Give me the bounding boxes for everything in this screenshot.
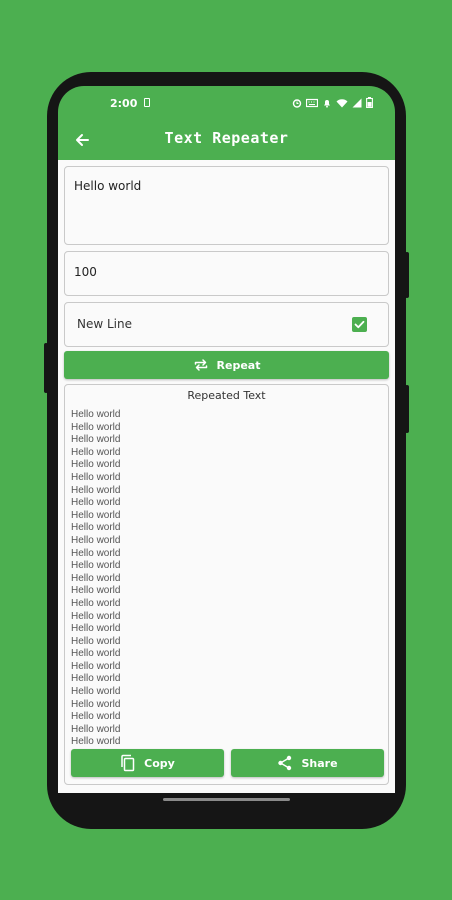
- wifi-icon: [336, 98, 348, 107]
- share-button[interactable]: Share: [231, 749, 384, 777]
- repeat-count-input[interactable]: 100: [64, 251, 389, 296]
- status-icons: [292, 97, 373, 108]
- copy-button-label: Copy: [144, 756, 175, 770]
- main-content: Hello world 100 New Line Repeat Repeated…: [58, 160, 395, 793]
- result-panel: Repeated Text Hello world Hello world He…: [64, 384, 389, 785]
- phone-screen: 2:00 Text Repeater Hello world 100 New L…: [58, 86, 395, 793]
- new-line-option[interactable]: New Line: [64, 302, 389, 347]
- repeat-icon: [194, 359, 207, 371]
- new-line-checkbox[interactable]: [352, 317, 367, 332]
- keyboard-icon: [306, 98, 318, 107]
- side-button-left: [44, 343, 48, 393]
- share-button-label: Share: [301, 756, 338, 770]
- status-bar: 2:00: [58, 86, 395, 120]
- repeated-text-output[interactable]: Hello world Hello world Hello world Hell…: [71, 409, 371, 745]
- copy-button[interactable]: Copy: [71, 749, 224, 777]
- battery-icon: [366, 97, 373, 108]
- sim-card-icon: [144, 98, 150, 107]
- notifications-off-icon: [324, 99, 330, 108]
- app-bar: Text Repeater: [58, 120, 395, 160]
- copy-icon: [121, 754, 135, 772]
- power-button: [405, 252, 409, 298]
- new-line-label: New Line: [77, 317, 132, 331]
- result-title: Repeated Text: [187, 389, 266, 402]
- repeat-button-label: Repeat: [216, 358, 261, 372]
- share-icon: [278, 755, 292, 771]
- volume-button: [405, 385, 409, 433]
- home-indicator[interactable]: [163, 798, 290, 801]
- status-time: 2:00: [110, 97, 138, 110]
- app-title: Text Repeater: [164, 129, 289, 147]
- alarm-icon: [292, 98, 302, 108]
- repeat-button[interactable]: Repeat: [64, 351, 389, 379]
- signal-icon: [352, 98, 362, 107]
- check-icon: [354, 320, 365, 329]
- text-input[interactable]: Hello world: [64, 166, 389, 245]
